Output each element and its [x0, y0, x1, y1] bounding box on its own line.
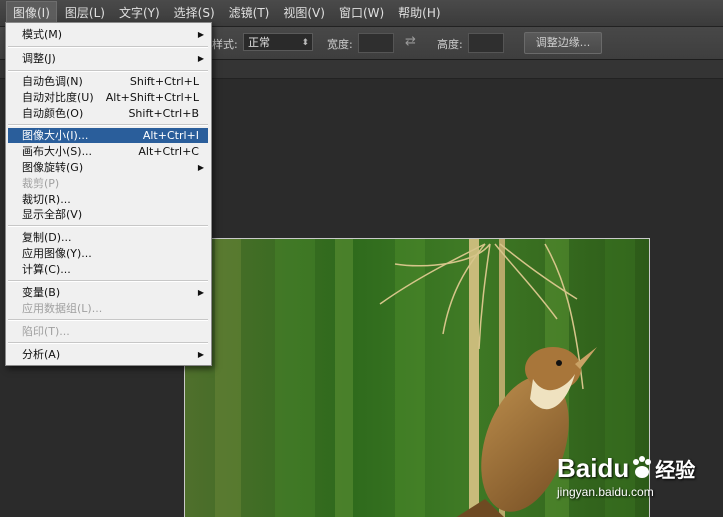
menu-item-adjustments[interactable]: 调整(J) ▶ — [8, 51, 208, 66]
menu-item-label: 画布大小(S)... — [22, 145, 93, 158]
menu-item-label: 裁剪(P) — [22, 177, 60, 190]
submenu-arrow-icon: ▶ — [197, 30, 204, 39]
menu-item-variables[interactable]: 变量(B) ▶ — [8, 285, 208, 300]
menu-item-label: 裁切(R)... — [22, 193, 71, 206]
height-label: 高度: — [437, 38, 463, 51]
submenu-arrow-icon: ▶ — [197, 350, 204, 359]
menu-item-label: 调整(J) — [22, 52, 56, 65]
menu-item-apply-image[interactable]: 应用图像(Y)... — [8, 246, 208, 261]
style-select[interactable]: 正常 ⬍ — [243, 33, 313, 51]
menu-item-shortcut: Shift+Ctrl+B — [128, 107, 199, 120]
menu-item-label: 陷印(T)... — [22, 325, 70, 338]
menu-item-label: 自动色调(N) — [22, 75, 83, 88]
menu-divider — [8, 342, 208, 344]
menu-window[interactable]: 窗口(W) — [333, 2, 390, 24]
menu-layer[interactable]: 图层(L) — [59, 2, 111, 24]
menu-item-auto-contrast[interactable]: 自动对比度(U) Alt+Shift+Ctrl+L — [8, 90, 208, 105]
menu-item-label: 复制(D)... — [22, 231, 72, 244]
menu-item-label: 应用图像(Y)... — [22, 247, 92, 260]
menu-divider — [8, 225, 208, 227]
menu-item-canvas-size[interactable]: 画布大小(S)... Alt+Ctrl+C — [8, 144, 208, 159]
menu-divider — [8, 124, 208, 126]
menu-item-image-rotation[interactable]: 图像旋转(G) ▶ — [8, 160, 208, 175]
menu-divider — [8, 280, 208, 282]
menu-item-shortcut: Shift+Ctrl+L — [129, 75, 199, 88]
menu-item-shortcut: Alt+Ctrl+I — [142, 129, 199, 142]
menu-item-label: 计算(C)... — [22, 263, 71, 276]
menu-item-apply-data-set: 应用数据组(L)... — [8, 301, 208, 316]
menu-item-auto-color[interactable]: 自动颜色(O) Shift+Ctrl+B — [8, 106, 208, 121]
menu-item-calculations[interactable]: 计算(C)... — [8, 262, 208, 277]
menu-filter[interactable]: 滤镜(T) — [223, 2, 276, 24]
menu-item-auto-tone[interactable]: 自动色调(N) Shift+Ctrl+L — [8, 74, 208, 89]
width-label: 宽度: — [327, 38, 353, 51]
menu-item-label: 自动对比度(U) — [22, 91, 94, 104]
chevron-updown-icon: ⬍ — [301, 38, 309, 48]
menu-item-reveal-all[interactable]: 显示全部(V) — [8, 207, 208, 222]
menu-item-label: 自动颜色(O) — [22, 107, 84, 120]
menu-item-image-size[interactable]: 图像大小(I)... Alt+Ctrl+I — [8, 128, 208, 143]
menu-item-label: 图像旋转(G) — [22, 161, 84, 174]
baidu-jingyan-watermark: Baidu 经验 jingyan.baidu.com — [557, 452, 696, 500]
height-input[interactable] — [468, 33, 504, 53]
menu-type[interactable]: 文字(Y) — [113, 2, 166, 24]
menu-item-label: 应用数据组(L)... — [22, 302, 103, 315]
submenu-arrow-icon: ▶ — [197, 54, 204, 63]
menu-item-duplicate[interactable]: 复制(D)... — [8, 230, 208, 245]
menu-help[interactable]: 帮助(H) — [392, 2, 446, 24]
menu-select[interactable]: 选择(S) — [168, 2, 221, 24]
menu-item-mode[interactable]: 模式(M) ▶ — [8, 27, 208, 42]
submenu-arrow-icon: ▶ — [197, 163, 204, 172]
image-menu-dropdown: 模式(M) ▶ 调整(J) ▶ 自动色调(N) Shift+Ctrl+L 自动对… — [5, 22, 212, 366]
menu-item-label: 显示全部(V) — [22, 208, 83, 221]
refine-edge-button[interactable]: 调整边缘... — [524, 32, 602, 54]
paw-icon — [633, 456, 652, 478]
style-label: 样式: — [212, 38, 238, 51]
menu-item-shortcut: Alt+Ctrl+C — [138, 145, 199, 158]
menu-item-label: 变量(B) — [22, 286, 61, 299]
menu-item-label: 图像大小(I)... — [22, 129, 89, 142]
menu-item-trap: 陷印(T)... — [8, 324, 208, 339]
watermark-url: jingyan.baidu.com — [557, 485, 654, 499]
menu-item-trim[interactable]: 裁切(R)... — [8, 192, 208, 207]
menu-divider — [8, 46, 208, 48]
menu-item-label: 模式(M) — [22, 28, 63, 41]
menu-item-label: 分析(A) — [22, 348, 61, 361]
menu-divider — [8, 319, 208, 321]
style-select-value: 正常 — [248, 36, 270, 49]
jingyan-cn-text: 经验 — [655, 457, 696, 482]
menu-item-crop: 裁剪(P) — [8, 176, 208, 191]
menu-item-shortcut: Alt+Shift+Ctrl+L — [105, 91, 199, 104]
menu-item-analysis[interactable]: 分析(A) ▶ — [8, 347, 208, 362]
submenu-arrow-icon: ▶ — [197, 288, 204, 297]
baidu-brand-text: Baidu — [557, 452, 630, 483]
width-input[interactable] — [358, 33, 394, 53]
menu-view[interactable]: 视图(V) — [277, 2, 331, 24]
menu-divider — [8, 70, 208, 72]
swap-icon[interactable]: ⇄ — [405, 34, 416, 49]
